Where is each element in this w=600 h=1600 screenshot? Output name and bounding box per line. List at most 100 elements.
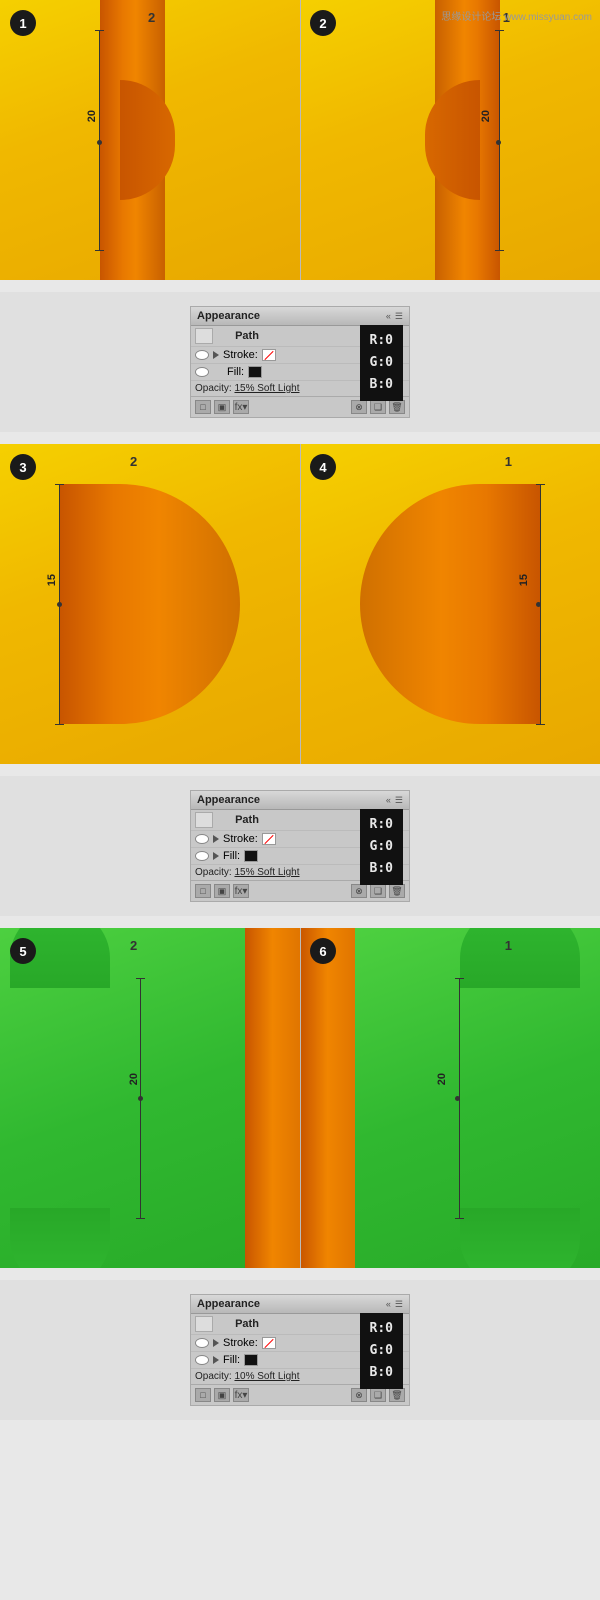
orange-bar-5 <box>245 928 300 1268</box>
stroke-swatch-1 <box>262 349 276 361</box>
panel-path-row-1: Path R:0 G:0 B:0 <box>191 326 409 347</box>
opacity-value-3[interactable]: 10% Soft Light <box>234 1371 299 1382</box>
step-badge-3: 3 <box>10 454 36 480</box>
stroke-swatch-3 <box>262 1337 276 1349</box>
num-label-1: 2 <box>148 10 155 25</box>
panel-menu-btn[interactable]: ☰ <box>395 311 403 322</box>
stroke-label-1: Stroke: <box>223 349 258 361</box>
step-badge-1: 1 <box>10 10 36 36</box>
dim-label-5: 20 <box>128 1073 140 1085</box>
step-badge-5: 5 <box>10 938 36 964</box>
footer-icon-layer-1[interactable]: ▣ <box>214 400 230 414</box>
footer-icon-new-1[interactable]: □ <box>195 400 211 414</box>
dim-bot-5 <box>136 1218 145 1219</box>
footer-icon-del-2[interactable]: ⊗ <box>351 884 367 898</box>
dot-2a <box>496 140 501 145</box>
triangle-fill-2 <box>213 852 219 860</box>
num-label-3: 2 <box>130 454 137 469</box>
panel-header-2: Appearance « ☰ <box>191 791 409 810</box>
dot-4a <box>536 602 541 607</box>
footer-icon-layer-3[interactable]: ▣ <box>214 1388 230 1402</box>
diagram-row-2: 3 2 15 4 1 <box>0 444 600 764</box>
footer-icon-new-2[interactable]: □ <box>195 884 211 898</box>
footer-icon-del-1[interactable]: ⊗ <box>351 400 367 414</box>
green-cap-bot-5 <box>10 1208 110 1268</box>
eye-icon-fill-3[interactable] <box>195 1355 209 1365</box>
dim-bot-6 <box>455 1218 464 1219</box>
dim-label-1: 20 <box>86 110 98 122</box>
footer-icon-trash-2[interactable]: 🗑 <box>389 884 405 898</box>
rgb-display-1: R:0 G:0 B:0 <box>360 325 403 401</box>
footer-icon-trash-1[interactable]: 🗑 <box>389 400 405 414</box>
step-badge-4: 4 <box>310 454 336 480</box>
rgb-display-3: R:0 G:0 B:0 <box>360 1313 403 1389</box>
dim-label-3: 15 <box>46 574 58 586</box>
fill-swatch-1 <box>248 366 262 378</box>
dim-top-4 <box>536 484 545 485</box>
footer-icon-fx-2[interactable]: fx▾ <box>233 884 249 898</box>
footer-icon-dup-3[interactable]: ❑ <box>370 1388 386 1402</box>
dim-label-2: 20 <box>480 110 492 122</box>
diagram-step-1: 1 2 20 <box>0 0 300 280</box>
fill-label-1: Fill: <box>227 366 244 378</box>
fill-swatch-3 <box>244 1354 258 1366</box>
section-1: 1 2 20 2 <box>0 0 600 280</box>
dim-top-3 <box>55 484 64 485</box>
dim-label-6: 20 <box>436 1073 448 1085</box>
watermark: 思缘设计论坛 www.missyuan.com <box>441 8 592 23</box>
eye-icon-fill-2[interactable] <box>195 851 209 861</box>
dot-5a <box>138 1096 143 1101</box>
footer-icon-new-3[interactable]: □ <box>195 1388 211 1402</box>
step-badge-2: 2 <box>310 10 336 36</box>
dot-6a <box>455 1096 460 1101</box>
stroke-label-2: Stroke: <box>223 833 258 845</box>
footer-icon-dup-1[interactable]: ❑ <box>370 400 386 414</box>
opacity-value-1[interactable]: 15% Soft Light <box>234 383 299 394</box>
footer-icon-layer-2[interactable]: ▣ <box>214 884 230 898</box>
num-label-5: 2 <box>130 938 137 953</box>
dim-bot-3 <box>55 724 64 725</box>
path-thumbnail-1 <box>195 328 213 344</box>
footer-icon-del-3[interactable]: ⊗ <box>351 1388 367 1402</box>
rgb-display-2: R:0 G:0 B:0 <box>360 809 403 885</box>
footer-icon-trash-3[interactable]: 🗑 <box>389 1388 405 1402</box>
footer-icon-fx-3[interactable]: fx▾ <box>233 1388 249 1402</box>
footer-icon-dup-2[interactable]: ❑ <box>370 884 386 898</box>
panel-menu-btn-2[interactable]: ☰ <box>395 795 403 806</box>
footer-icon-fx-1[interactable]: fx▾ <box>233 400 249 414</box>
eye-icon-stroke-1[interactable] <box>195 350 209 360</box>
dim-top-6 <box>455 978 464 979</box>
diagram-step-2: 2 1 20 <box>300 0 600 280</box>
panel-collapse-btn-2[interactable]: « <box>386 795 391 806</box>
panel-collapse-btn[interactable]: « <box>386 311 391 322</box>
dim-line-top-1 <box>95 30 104 31</box>
dim-top-5 <box>136 978 145 979</box>
panel-wrapper-1: Appearance « ☰ Path R:0 G:0 B:0 Stroke: <box>0 292 600 432</box>
eye-icon-stroke-2[interactable] <box>195 834 209 844</box>
opacity-value-2[interactable]: 15% Soft Light <box>234 867 299 878</box>
eye-icon-fill-1[interactable] <box>195 367 209 377</box>
dim-label-4: 15 <box>518 574 530 586</box>
diagram-row-3: 5 2 20 6 <box>0 928 600 1268</box>
dim-line-bot-2 <box>495 250 504 251</box>
stroke-swatch-2 <box>262 833 276 845</box>
dim-line-bot-1 <box>95 250 104 251</box>
panel-controls-3: « ☰ <box>386 1299 403 1310</box>
panel-title-1: Appearance <box>197 310 260 322</box>
half-divider-3 <box>300 928 301 1268</box>
dim-bot-4 <box>536 724 545 725</box>
triangle-stroke-1 <box>213 351 219 359</box>
half-divider-1 <box>300 0 301 280</box>
fill-swatch-2 <box>244 850 258 862</box>
panel-menu-btn-3[interactable]: ☰ <box>395 1299 403 1310</box>
panel-wrapper-3: Appearance « ☰ Path R:0 G:0 B:0 Stroke: <box>0 1280 600 1420</box>
eye-icon-stroke-3[interactable] <box>195 1338 209 1348</box>
panel-controls-2: « ☰ <box>386 795 403 806</box>
panel-header-3: Appearance « ☰ <box>191 1295 409 1314</box>
dot-1a <box>97 140 102 145</box>
green-cap-top-6 <box>460 928 580 988</box>
panel-collapse-btn-3[interactable]: « <box>386 1299 391 1310</box>
green-cap-bot-6 <box>460 1208 580 1268</box>
appearance-panel-1: Appearance « ☰ Path R:0 G:0 B:0 Stroke: <box>190 306 410 418</box>
path-thumbnail-3 <box>195 1316 213 1332</box>
